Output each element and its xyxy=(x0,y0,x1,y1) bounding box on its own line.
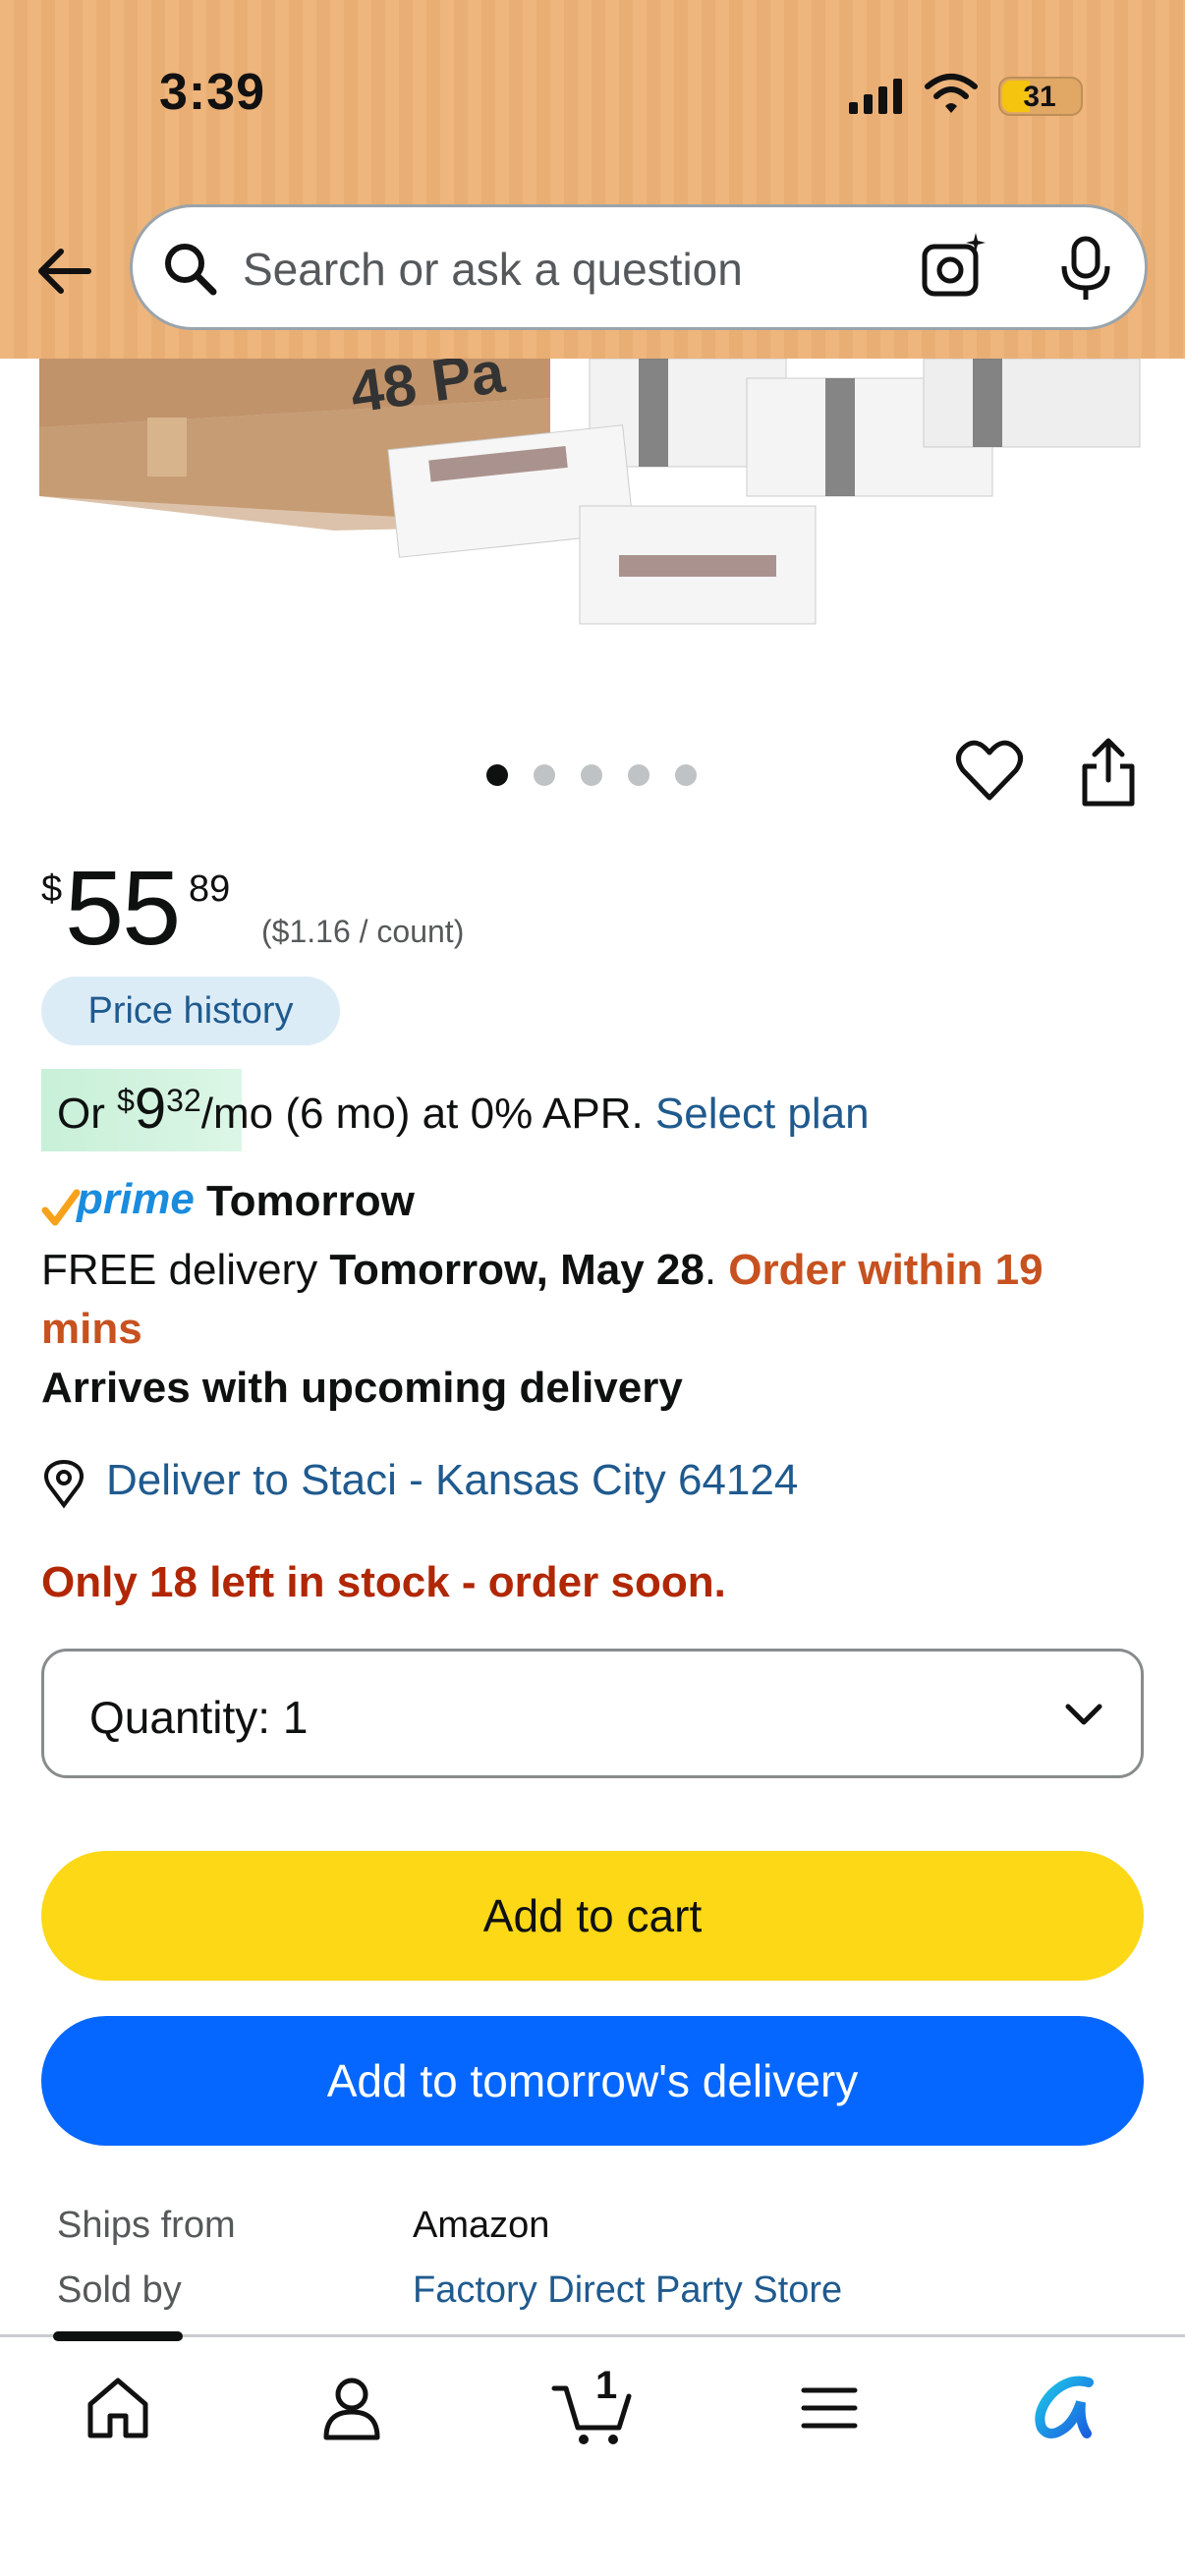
heart-icon[interactable] xyxy=(955,739,1024,804)
price-whole: 55 xyxy=(65,848,181,967)
menu-icon[interactable] xyxy=(798,2373,861,2443)
carousel-dot-3[interactable] xyxy=(581,764,602,786)
add-to-tomorrow-delivery-button[interactable]: Add to tomorrow's delivery xyxy=(41,2016,1144,2146)
location-pin-icon xyxy=(44,1460,84,1509)
prime-check-icon xyxy=(41,1189,81,1226)
header: 3:39 31 Search or ask a question xyxy=(0,0,1185,359)
cart-icon[interactable]: 1 xyxy=(550,2359,633,2447)
ships-from-label: Ships from xyxy=(57,2205,236,2246)
quantity-label: Quantity: 1 xyxy=(89,1692,309,1743)
back-arrow-icon[interactable] xyxy=(31,238,98,305)
price-currency: $ xyxy=(41,868,63,910)
installment-offer: Or $932/mo (6 mo) at 0% APR. Select plan xyxy=(57,1077,870,1141)
quantity-select[interactable]: Quantity: 1 xyxy=(41,1649,1144,1778)
wifi-icon xyxy=(925,74,978,113)
nav-active-indicator xyxy=(53,2331,183,2341)
price-fraction: 89 xyxy=(189,868,231,910)
battery-indicator: 31 xyxy=(998,77,1083,116)
stock-warning: Only 18 left in stock - order soon. xyxy=(41,1558,726,1606)
prime-day: Tomorrow xyxy=(206,1177,415,1225)
price-history-label: Price history xyxy=(87,990,294,1032)
sold-by-label: Sold by xyxy=(57,2269,182,2311)
search-input[interactable]: Search or ask a question xyxy=(130,204,1148,330)
rufus-icon[interactable] xyxy=(1030,2373,1100,2443)
cellular-signal-icon xyxy=(849,79,902,114)
home-icon[interactable] xyxy=(83,2373,153,2443)
status-time: 3:39 xyxy=(159,64,266,121)
select-plan-link[interactable]: Select plan xyxy=(655,1090,870,1138)
price-history-button[interactable]: Price history xyxy=(41,977,340,1045)
delivery-countdown: mins xyxy=(41,1305,142,1353)
carousel-dot-5[interactable] xyxy=(675,764,697,786)
chevron-down-icon xyxy=(1065,1704,1102,1725)
unit-price: ($1.16 / count) xyxy=(261,914,465,949)
deliver-to-link[interactable]: Deliver to Staci - Kansas City 64124 xyxy=(106,1456,798,1505)
carousel-dot-4[interactable] xyxy=(628,764,649,786)
delivery-info: FREE delivery Tomorrow, May 28. Order wi… xyxy=(41,1246,1044,1294)
ships-from-value: Amazon xyxy=(413,2205,550,2246)
arrives-note: Arrives with upcoming delivery xyxy=(41,1364,683,1412)
bottom-nav: 1 xyxy=(0,2331,1185,2576)
account-icon[interactable] xyxy=(320,2373,383,2443)
product-image[interactable]: 48 Pa xyxy=(39,359,1150,653)
cart-count: 1 xyxy=(595,2364,617,2407)
carousel-dot-1[interactable] xyxy=(486,764,508,786)
mic-icon[interactable] xyxy=(1056,235,1115,302)
share-icon[interactable] xyxy=(1077,737,1140,808)
camera-icon[interactable] xyxy=(919,231,989,302)
search-placeholder: Search or ask a question xyxy=(243,244,743,295)
search-icon xyxy=(165,244,217,296)
carousel-dot-2[interactable] xyxy=(534,764,555,786)
add-to-cart-button[interactable]: Add to cart xyxy=(41,1851,1144,1981)
prime-word: prime xyxy=(77,1175,195,1223)
sold-by-link[interactable]: Factory Direct Party Store xyxy=(413,2269,842,2312)
